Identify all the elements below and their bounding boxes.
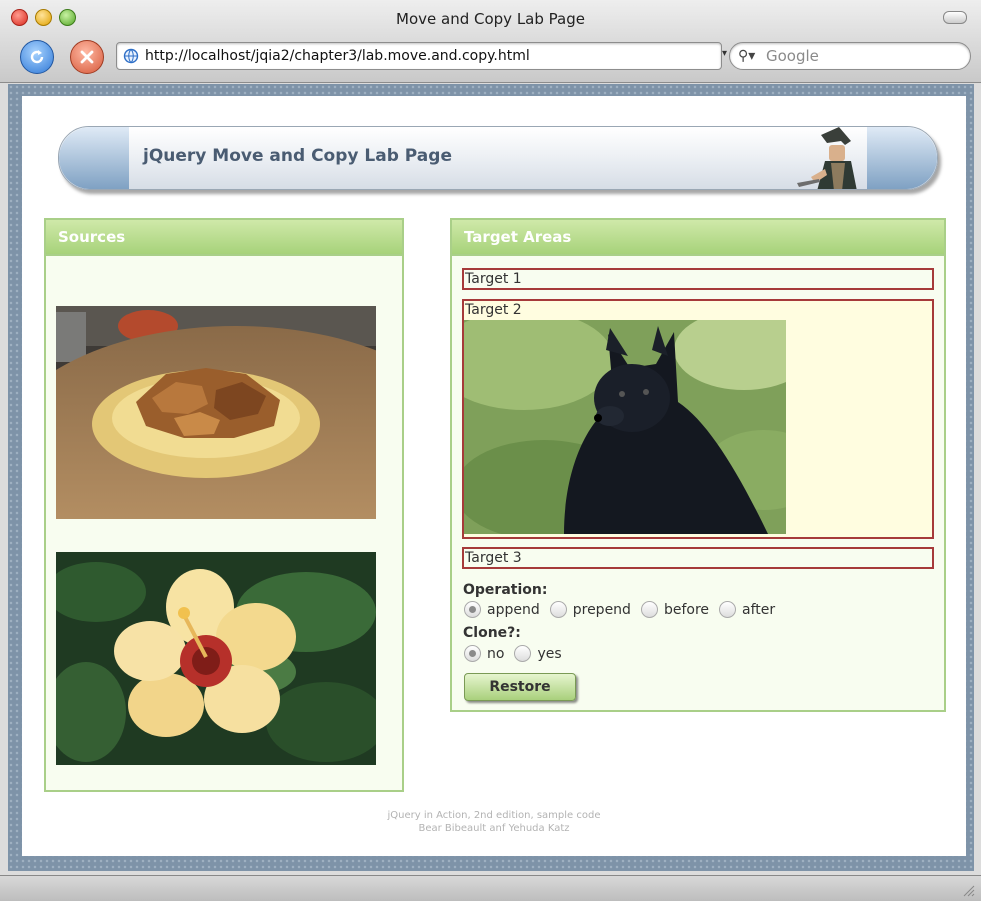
x-icon bbox=[80, 50, 94, 64]
sources-header: Sources bbox=[46, 220, 402, 256]
search-placeholder: Google bbox=[766, 47, 819, 65]
append-radio[interactable] bbox=[464, 601, 481, 618]
target-1[interactable]: Target 1 bbox=[462, 268, 934, 290]
page-title: jQuery Move and Copy Lab Page bbox=[143, 146, 452, 166]
page-banner: jQuery Move and Copy Lab Page bbox=[58, 126, 938, 190]
before-label[interactable]: before bbox=[664, 602, 709, 618]
prepend-radio[interactable] bbox=[549, 601, 567, 618]
url-dropdown-icon[interactable]: ▾ bbox=[722, 48, 727, 59]
after-label[interactable]: after bbox=[742, 602, 775, 618]
target-areas-panel: Target Areas Target 1 Target 2 Target 3 … bbox=[450, 218, 946, 712]
banner-right-cap bbox=[867, 127, 937, 189]
status-bar bbox=[0, 875, 981, 901]
clone-label: Clone?: bbox=[463, 625, 521, 641]
search-field[interactable]: ⚲▾ Google bbox=[729, 42, 971, 70]
hibiscus-image[interactable] bbox=[56, 552, 376, 765]
url-text: http://localhost/jqia2/chapter3/lab.move… bbox=[145, 48, 530, 64]
resize-grip-icon[interactable] bbox=[961, 883, 975, 897]
footer-line-2: Bear Bibeault anf Yehuda Katz bbox=[418, 823, 570, 834]
append-label[interactable]: append bbox=[487, 602, 540, 618]
sources-panel: Sources bbox=[44, 218, 404, 792]
window-title: Move and Copy Lab Page bbox=[396, 10, 585, 28]
target-1-label: Target 1 bbox=[465, 271, 522, 287]
page-viewport: jQuery Move and Copy Lab Page Sources Ta… bbox=[8, 84, 974, 871]
target-2[interactable]: Target 2 bbox=[462, 299, 934, 539]
clone-radio-group: no yes bbox=[464, 645, 572, 662]
address-bar[interactable]: http://localhost/jqia2/chapter3/lab.move… bbox=[116, 42, 722, 70]
target-2-label: Target 2 bbox=[465, 302, 522, 318]
clone-no-label[interactable]: no bbox=[487, 646, 504, 662]
stop-button[interactable] bbox=[70, 40, 104, 74]
target-3[interactable]: Target 3 bbox=[462, 547, 934, 569]
operation-radio-group: append prepend before after bbox=[464, 601, 785, 618]
hibiscus-flower-photo bbox=[56, 552, 376, 765]
after-radio[interactable] bbox=[719, 601, 737, 618]
restore-button[interactable]: Restore bbox=[464, 673, 576, 701]
banner-left-cap bbox=[59, 127, 129, 189]
search-icon: ⚲▾ bbox=[738, 48, 756, 64]
target-3-label: Target 3 bbox=[465, 550, 522, 566]
bread-pudding-photo bbox=[56, 306, 376, 519]
before-radio[interactable] bbox=[640, 601, 658, 618]
browser-window: Move and Copy Lab Page http://localhost/… bbox=[0, 0, 981, 901]
samurai-mascot-icon bbox=[797, 127, 857, 189]
globe-icon bbox=[123, 48, 139, 64]
dog-photo[interactable] bbox=[464, 320, 786, 534]
bread-pudding-image[interactable] bbox=[56, 306, 376, 519]
prepend-label[interactable]: prepend bbox=[573, 602, 631, 618]
operation-label: Operation: bbox=[463, 582, 548, 598]
reload-arrow-icon bbox=[30, 50, 44, 64]
toolbar-toggle-button[interactable] bbox=[943, 11, 967, 24]
browser-chrome: Move and Copy Lab Page http://localhost/… bbox=[0, 0, 981, 83]
target-areas-header: Target Areas bbox=[452, 220, 944, 256]
page-content: jQuery Move and Copy Lab Page Sources Ta… bbox=[22, 96, 966, 856]
clone-no-radio[interactable] bbox=[464, 645, 481, 662]
clone-yes-radio[interactable] bbox=[514, 645, 532, 662]
back-button[interactable] bbox=[20, 40, 54, 74]
clone-yes-label[interactable]: yes bbox=[537, 646, 561, 662]
footer-line-1: jQuery in Action, 2nd edition, sample co… bbox=[387, 810, 601, 821]
